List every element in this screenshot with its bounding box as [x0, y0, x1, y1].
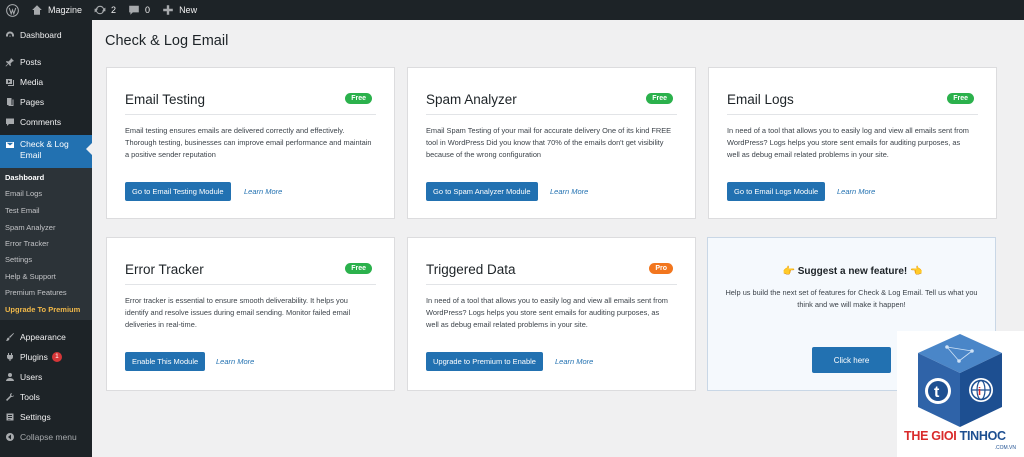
free-badge: Free: [947, 93, 974, 104]
card-title: Email Logs: [727, 92, 794, 107]
free-badge: Free: [646, 93, 673, 104]
go-to-email-testing-button[interactable]: Go to Email Testing Module: [125, 182, 231, 201]
cube-logo-icon: t i: [918, 334, 1002, 427]
email-icon: [6, 142, 14, 148]
card-title: Spam Analyzer: [426, 92, 517, 107]
card-title: Email Testing: [125, 92, 206, 107]
watermark-logo: t i THE GIOI TINHOC .COM.VN: [897, 331, 1024, 457]
submenu-item-dashboard[interactable]: Dashboard: [5, 173, 44, 182]
sidebar-item-users[interactable]: Users: [0, 372, 92, 382]
new-label: New: [179, 5, 198, 15]
card-description: In need of a tool that allows you to eas…: [426, 296, 668, 330]
new-content-link[interactable]: New: [156, 0, 203, 20]
media-icon: [6, 79, 14, 86]
card-divider: [125, 284, 376, 285]
suggest-feature-title: 👉 Suggest a new feature! 👈: [782, 266, 923, 277]
sidebar-item-dashboard[interactable]: Dashboard: [0, 30, 92, 40]
free-badge: Free: [345, 263, 372, 274]
learn-more-link[interactable]: Learn More: [244, 187, 282, 196]
card-title: Error Tracker: [125, 262, 204, 277]
submenu-item-premium-features[interactable]: Premium Features: [5, 288, 67, 297]
site-name: Magzine: [48, 5, 83, 15]
admin-bar: Magzine 2 0 New: [0, 0, 1024, 20]
upgrade-premium-button[interactable]: Upgrade to Premium to Enable: [426, 352, 543, 371]
watermark-domain: .COM.VN: [994, 445, 1016, 451]
submenu-item-help-support[interactable]: Help & Support: [5, 272, 56, 281]
card-description: Email Spam Testing of your mail for accu…: [426, 126, 672, 160]
sidebar-item-comments[interactable]: Comments: [0, 117, 92, 127]
watermark-brand-text: THE GIOI TINHOC: [904, 429, 1006, 443]
card-description: Email testing ensures emails are deliver…: [125, 126, 372, 160]
home-icon: [32, 5, 42, 15]
sidebar-item-check-log-email[interactable]: Check & Log Email: [0, 135, 92, 168]
comments-link[interactable]: 0: [122, 0, 156, 20]
learn-more-link[interactable]: Learn More: [550, 187, 588, 196]
tools-icon: [6, 393, 14, 401]
learn-more-link[interactable]: Learn More: [555, 357, 593, 366]
wordpress-logo-button[interactable]: [0, 0, 25, 20]
submenu-item-email-logs[interactable]: Email Logs: [5, 189, 42, 198]
updates-link[interactable]: 2: [88, 0, 122, 20]
sidebar-item-pages[interactable]: Pages: [0, 97, 92, 107]
sidebar-item-tools[interactable]: Tools: [0, 392, 92, 402]
card-email-logs: Email Logs Free In need of a tool that a…: [708, 67, 997, 219]
card-divider: [125, 114, 376, 115]
comment-icon: [129, 5, 139, 15]
free-badge: Free: [345, 93, 372, 104]
sidebar-collapse-menu[interactable]: Collapse menu: [0, 432, 92, 442]
dashboard-icon: [6, 31, 14, 37]
card-divider: [727, 114, 978, 115]
card-description: In need of a tool that allows you to eas…: [727, 126, 969, 160]
click-here-button[interactable]: Click here: [812, 347, 891, 373]
collapse-icon: [6, 433, 14, 441]
pages-icon: [7, 98, 14, 106]
sidebar-item-media[interactable]: Media: [0, 77, 92, 87]
card-triggered-data: Triggered Data Pro In need of a tool tha…: [407, 237, 696, 391]
pro-badge: Pro: [649, 263, 673, 274]
submenu-item-settings[interactable]: Settings: [5, 255, 32, 264]
comments-count: 0: [145, 5, 151, 15]
site-name-link[interactable]: Magzine: [25, 0, 88, 20]
svg-text:t: t: [934, 384, 940, 401]
refresh-icon: [94, 5, 106, 15]
go-to-spam-analyzer-button[interactable]: Go to Spam Analyzer Module: [426, 182, 538, 201]
suggest-feature-description: Help us build the next set of features f…: [725, 288, 978, 310]
admin-sidebar: Dashboard Posts Media Pages Comments Che…: [0, 20, 92, 457]
card-error-tracker: Error Tracker Free Error tracker is esse…: [106, 237, 395, 391]
plugins-update-badge: 1: [51, 352, 62, 362]
plugin-icon: [7, 353, 13, 361]
learn-more-link[interactable]: Learn More: [216, 357, 254, 366]
users-icon: [6, 373, 14, 381]
page-title: Check & Log Email: [105, 33, 229, 49]
submenu-item-test-email[interactable]: Test Email: [5, 206, 40, 215]
wordpress-icon: [6, 3, 19, 17]
pin-icon: [5, 58, 14, 67]
learn-more-link[interactable]: Learn More: [837, 187, 875, 196]
card-description: Error tracker is essential to ensure smo…: [125, 296, 351, 330]
sidebar-item-posts[interactable]: Posts: [0, 57, 92, 67]
card-spam-analyzer: Spam Analyzer Free Email Spam Testing of…: [407, 67, 696, 219]
card-title: Triggered Data: [426, 262, 516, 277]
sidebar-submenu: Dashboard Email Logs Test Email Spam Ana…: [0, 168, 92, 320]
go-to-email-logs-button[interactable]: Go to Email Logs Module: [727, 182, 826, 201]
sidebar-item-plugins[interactable]: Plugins 1: [0, 352, 92, 362]
submenu-item-spam-analyzer[interactable]: Spam Analyzer: [5, 223, 55, 232]
brush-icon: [6, 333, 14, 341]
card-divider: [426, 284, 677, 285]
comment-icon: [6, 118, 14, 126]
settings-icon: [6, 413, 14, 421]
card-email-testing: Email Testing Free Email testing ensures…: [106, 67, 395, 219]
submenu-item-upgrade-premium[interactable]: Upgrade To Premium: [5, 305, 80, 314]
updates-count: 2: [111, 5, 117, 15]
active-arrow: [86, 143, 92, 155]
enable-module-button[interactable]: Enable This Module: [125, 352, 206, 371]
sidebar-item-appearance[interactable]: Appearance: [0, 332, 92, 342]
card-divider: [426, 114, 677, 115]
sidebar-item-settings[interactable]: Settings: [0, 412, 92, 422]
plus-icon: [163, 5, 173, 15]
svg-text:i: i: [978, 386, 981, 398]
submenu-item-error-tracker[interactable]: Error Tracker: [5, 239, 49, 248]
